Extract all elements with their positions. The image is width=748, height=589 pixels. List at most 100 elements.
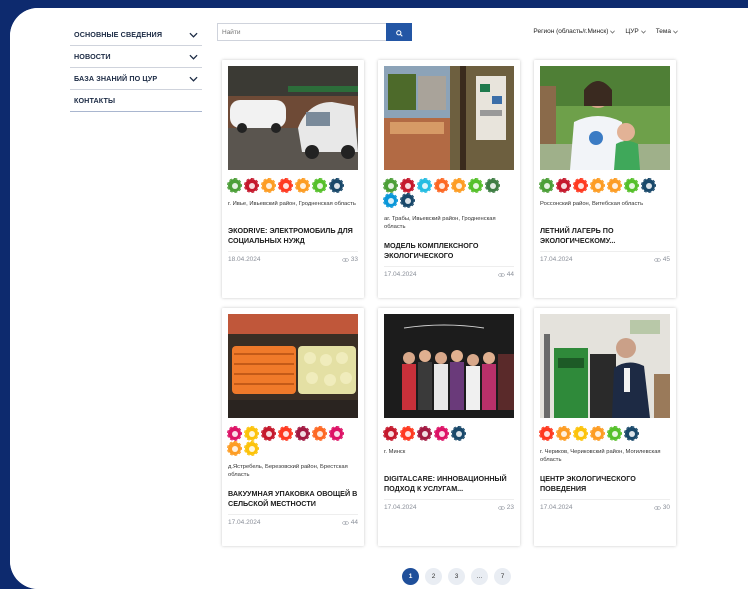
news-photo[interactable] (540, 314, 670, 418)
sdg-goal-icon (295, 426, 310, 441)
sdg-goal-icon (312, 426, 327, 441)
chevron-down-icon (188, 52, 198, 62)
chevron-down-icon (640, 30, 646, 34)
page-button-2[interactable]: 2 (425, 568, 442, 585)
card-views: 44 (497, 271, 514, 278)
sidebar-item-label: НОВОСТИ (74, 52, 111, 61)
sidebar-item-main-info[interactable]: ОСНОВНЫЕ СВЕДЕНИЯ (70, 24, 202, 46)
card-meta: 18.04.2024 33 (228, 251, 358, 263)
sdg-goal-icon (556, 178, 571, 193)
page-frame: ОСНОВНЫЕ СВЕДЕНИЯ НОВОСТИ БАЗА ЗНАНИЙ ПО… (0, 0, 748, 589)
card-views: 33 (341, 256, 358, 263)
card-location: г. Ивье, Ивьевский район, Гродненская об… (228, 201, 356, 207)
sdg-goal-icon (383, 426, 398, 441)
card-views-count: 33 (350, 256, 358, 263)
sidebar-item-knowledge-base[interactable]: БАЗА ЗНАНИЙ ПО ЦУР (70, 68, 202, 90)
sdg-icons (539, 426, 670, 441)
sdg-goal-icon (278, 426, 293, 441)
eye-icon (341, 257, 349, 262)
content-area: ОСНОВНЫЕ СВЕДЕНИЯ НОВОСТИ БАЗА ЗНАНИЙ ПО… (10, 8, 748, 589)
sdg-icons (383, 178, 514, 208)
news-photo[interactable] (384, 314, 514, 418)
news-card[interactable]: д.Ястребель, Березовский район, Брестска… (222, 308, 364, 546)
card-date: 17.04.2024 (540, 256, 573, 263)
sidebar-item-contacts[interactable]: КОНТАКТЫ (70, 90, 202, 112)
sdg-goal-icon (607, 426, 622, 441)
sdg-goal-icon (434, 178, 449, 193)
card-meta: 17.04.2024 23 (384, 499, 514, 511)
news-card[interactable]: г. Чериков, Чериковский район, Могилевск… (534, 308, 676, 546)
sdg-goal-icon (227, 426, 242, 441)
sdg-goal-icon (539, 426, 554, 441)
region-filter[interactable]: Регион (область/г.Минск) (533, 28, 616, 35)
news-photo[interactable] (384, 66, 514, 170)
search-button[interactable] (386, 23, 412, 41)
eye-icon (497, 505, 505, 510)
card-title[interactable]: ЛЕТНИЙ ЛАГЕРЬ ПО ЭКОЛОГИЧЕСКОМУ... (540, 226, 670, 246)
sdg-icons (227, 178, 358, 193)
page-button-1[interactable]: 1 (402, 568, 419, 585)
page-ellipsis: ... (471, 568, 488, 585)
topic-filter[interactable]: Тема (656, 28, 678, 35)
card-views: 23 (497, 504, 514, 511)
sdg-goal-icon (383, 193, 398, 208)
card-title[interactable]: DIGITALCARE: ИННОВАЦИОННЫЙ ПОДХОД К УСЛУ… (384, 474, 514, 494)
sdg-goal-icon (400, 193, 415, 208)
sdg-goal-icon (590, 178, 605, 193)
card-title[interactable]: ВАКУУМНАЯ УПАКОВКА ОВОЩЕЙ В СЕЛЬСКОЙ МЕС… (228, 489, 358, 509)
card-title[interactable]: ЭКОDRIVE: ЭЛЕКТРОМОБИЛЬ ДЛЯ СОЦИАЛЬНЫХ Н… (228, 226, 358, 246)
chevron-down-icon (188, 74, 198, 84)
card-date: 17.04.2024 (540, 504, 573, 511)
news-photo[interactable] (540, 66, 670, 170)
news-card[interactable]: Россонский район, Витебская область ЛЕТН… (534, 60, 676, 298)
chevron-down-icon (188, 30, 198, 40)
sdg-goal-icon (468, 178, 483, 193)
news-photo[interactable] (228, 314, 358, 418)
sdg-goal-icon (278, 178, 293, 193)
news-photo[interactable] (228, 66, 358, 170)
card-meta: 17.04.2024 44 (384, 266, 514, 278)
card-location: Россонский район, Витебская область (540, 201, 644, 207)
sdg-goal-icon (329, 178, 344, 193)
news-card[interactable]: г. Ивье, Ивьевский район, Гродненская об… (222, 60, 364, 298)
sdg-goal-icon (417, 426, 432, 441)
sdg-filter-label: ЦУР (625, 28, 639, 35)
sdg-goal-icon (295, 178, 310, 193)
sdg-goal-icon (451, 426, 466, 441)
card-date: 18.04.2024 (228, 256, 261, 263)
card-meta: 17.04.2024 30 (540, 499, 670, 511)
sdg-icons (227, 426, 358, 456)
sdg-goal-icon (244, 441, 259, 456)
card-views: 45 (653, 256, 670, 263)
sdg-goal-icon (485, 178, 500, 193)
sidebar-item-news[interactable]: НОВОСТИ (70, 46, 202, 68)
sdg-filter[interactable]: ЦУР (625, 28, 646, 35)
sidebar-item-label: КОНТАКТЫ (74, 96, 116, 105)
card-views: 30 (653, 504, 670, 511)
card-views-count: 45 (662, 256, 670, 263)
sdg-goal-icon (244, 178, 259, 193)
page-button-3[interactable]: 3 (448, 568, 465, 585)
news-card[interactable]: аг. Трабы, Ивьевский район, Гродненская … (378, 60, 520, 298)
card-location: д.Ястребель, Березовский район, Брестска… (228, 464, 348, 478)
sdg-goal-icon (417, 178, 432, 193)
sdg-goal-icon (624, 426, 639, 441)
sdg-goal-icon (573, 426, 588, 441)
sdg-goal-icon (573, 178, 588, 193)
sdg-goal-icon (227, 441, 242, 456)
search-input[interactable] (217, 23, 386, 41)
page-button-7[interactable]: 7 (494, 568, 511, 585)
card-title[interactable]: ЦЕНТР ЭКОЛОГИЧЕСКОГО ПОВЕДЕНИЯ (540, 474, 670, 494)
sdg-goal-icon (400, 178, 415, 193)
chevron-down-icon (610, 30, 616, 34)
sidebar-item-label: БАЗА ЗНАНИЙ ПО ЦУР (74, 74, 158, 83)
sdg-goal-icon (590, 426, 605, 441)
search-icon (395, 25, 403, 40)
sdg-goal-icon (261, 178, 276, 193)
sdg-goal-icon (539, 178, 554, 193)
card-views-count: 44 (350, 519, 358, 526)
card-date: 17.04.2024 (384, 271, 417, 278)
news-card[interactable]: г. Минск DIGITALCARE: ИННОВАЦИОННЫЙ ПОДХ… (378, 308, 520, 546)
card-title[interactable]: МОДЕЛЬ КОМПЛЕКСНОГО ЭКОЛОГИЧЕСКОГО ПРОСВ… (384, 241, 514, 261)
sdg-goal-icon (451, 178, 466, 193)
